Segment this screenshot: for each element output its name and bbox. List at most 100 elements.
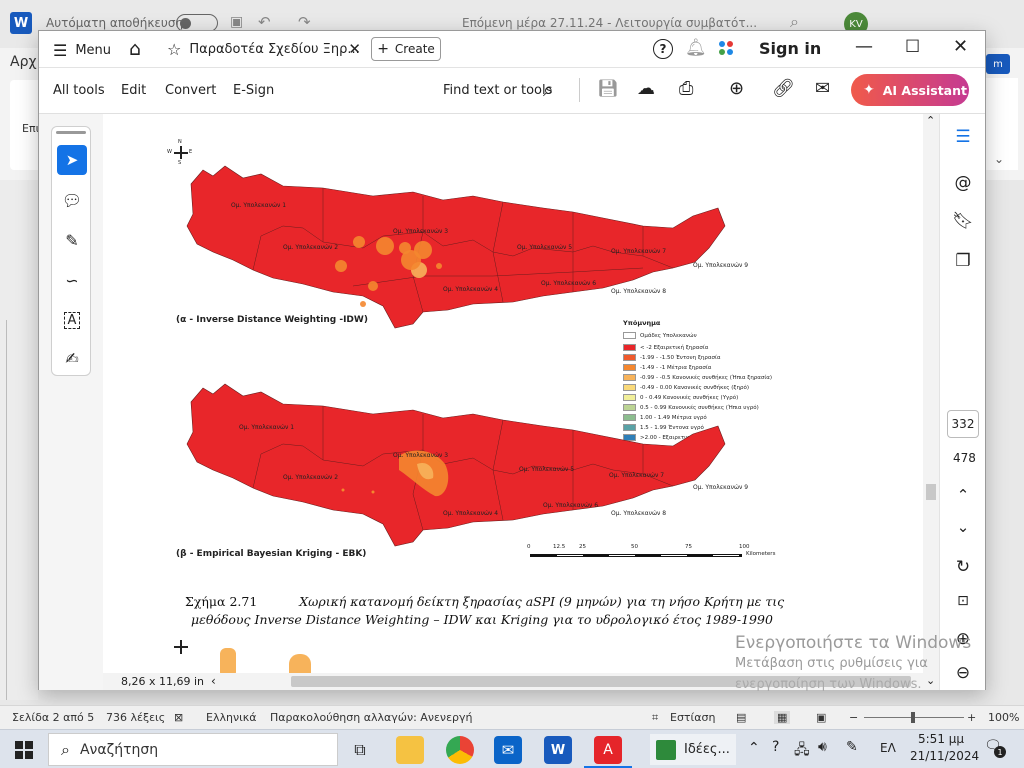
zoom-plus-icon[interactable]: +	[967, 711, 976, 724]
acrobat-taskbar-icon[interactable]: A	[594, 736, 622, 764]
taskbar-search-box[interactable]: ⌕ Αναζήτηση	[48, 733, 338, 766]
clock-time[interactable]: 5:51 μμ	[918, 732, 964, 746]
status-zoom[interactable]: 100%	[988, 711, 1019, 724]
maximize-icon[interactable]: ☐	[905, 37, 920, 57]
map-a-label-5: Ομ. Υπολεκανών 5	[517, 244, 573, 251]
tray-chevron-icon[interactable]: ⌃	[748, 740, 760, 756]
crete-map-idw	[186, 165, 726, 329]
highlight-tool[interactable]: ✎	[57, 225, 87, 255]
save-icon[interactable]: ▣	[230, 14, 243, 30]
save-file-icon[interactable]: 💾︎	[597, 79, 619, 99]
windows-activation-sub1: Μετάβαση στις ρυθμίσεις για	[735, 656, 928, 671]
menu-button[interactable]: ☰ Menu	[53, 41, 111, 60]
windows-start-icon[interactable]	[10, 736, 38, 764]
taskbar-app-ideas[interactable]: Ιδέες...	[650, 734, 736, 765]
word-taskbar-icon[interactable]: W	[544, 736, 572, 764]
zoom-minus-icon[interactable]: −	[849, 711, 858, 724]
scale-tick-label: 50	[631, 544, 638, 550]
rotate-icon[interactable]: ↻	[952, 556, 974, 578]
ribbon-collapse-icon[interactable]: ⌄	[994, 152, 1004, 166]
proofing-icon[interactable]: ⊠	[174, 711, 183, 724]
word-doc-title: Επόμενη μέρα 27.11.24 - Λειτουργία συμβα…	[462, 16, 758, 30]
notifications-icon[interactable]: 🗨︎ 1	[984, 738, 1006, 760]
chrome-icon[interactable]	[446, 736, 474, 764]
status-track-changes[interactable]: Παρακολούθηση αλλαγών: Ανενεργή	[270, 711, 472, 724]
find-tools-button[interactable]: Find text or tools	[443, 83, 552, 98]
status-language[interactable]: Ελληνικά	[206, 711, 257, 724]
scale-tick-label: 75	[685, 544, 692, 550]
ribbon-paste-label[interactable]: Επι	[22, 122, 39, 135]
close-tab-icon[interactable]: ✕	[348, 40, 361, 58]
clock-date[interactable]: 21/11/2024	[910, 749, 979, 763]
esign-button[interactable]: E-Sign	[233, 83, 274, 98]
bell-icon[interactable]: 🔔︎	[685, 38, 707, 58]
fit-page-icon[interactable]: ⊡	[952, 590, 974, 612]
text-select-tool[interactable]: A	[57, 305, 87, 335]
scroll-up-icon[interactable]: ⌃	[926, 114, 935, 127]
document-tab[interactable]: ☆ Παραδοτέα Σχεδίου Ξηρ... ✕	[161, 35, 365, 64]
link-icon[interactable]: 🔗︎	[772, 78, 795, 99]
previous-page-icon[interactable]: ⌃	[952, 484, 974, 506]
undo-icon[interactable]: ↶	[258, 13, 271, 31]
status-focus[interactable]: Εστίαση	[670, 711, 715, 724]
scroll-left-icon[interactable]: ‹	[211, 674, 216, 688]
language-indicator[interactable]: ΕΛ	[880, 741, 896, 755]
help-icon[interactable]: ?	[653, 39, 673, 59]
comment-tool[interactable]: 💬︎	[57, 185, 87, 215]
print-icon[interactable]: ⎙	[679, 78, 693, 99]
legend-item: -1.99 - -1.50 Έντονη ξηρασία	[623, 353, 721, 362]
figure-caption: Σχήμα 2.71 Χωρική κατανομή δείκτη ξηρασί…	[185, 594, 784, 627]
share-user-icon[interactable]: ⊕	[729, 78, 744, 99]
page-number-input[interactable]: 332	[947, 410, 979, 438]
task-view-icon[interactable]: ⧉	[346, 736, 374, 764]
scale-tick-label: 25	[579, 544, 586, 550]
word-search-icon[interactable]: ⌕	[790, 12, 799, 32]
focus-icon[interactable]: ⌗	[652, 711, 658, 725]
vertical-scrollbar[interactable]: ⌃ ⌄	[923, 114, 939, 690]
ai-chat-icon[interactable]: @	[952, 172, 974, 194]
ribbon-file-tab[interactable]: Αρχ	[10, 54, 37, 70]
redo-icon[interactable]: ↷	[298, 13, 311, 31]
pen-tray-icon[interactable]: ✎	[846, 739, 858, 755]
read-mode-icon[interactable]: ▤	[736, 711, 746, 724]
acrobat-tab-bar: ☰ Menu ⌂ ☆ Παραδοτέα Σχεδίου Ξηρ... ✕ + …	[39, 31, 985, 68]
ribbon-share-button[interactable]: m	[986, 54, 1010, 74]
star-icon[interactable]: ☆	[167, 40, 181, 59]
mail-icon[interactable]: ✉	[494, 736, 522, 764]
print-layout-icon[interactable]: ▦	[774, 711, 791, 724]
apps-icon[interactable]	[719, 41, 735, 57]
pages-icon[interactable]: ❐	[952, 250, 974, 272]
ai-assistant-button[interactable]: ✦ AI Assistant	[851, 74, 969, 106]
comments-panel-icon[interactable]: ☰	[952, 126, 974, 148]
home-icon[interactable]: ⌂	[129, 38, 141, 60]
volume-icon[interactable]: 🔊︎	[818, 739, 827, 755]
map-a-label-2: Ομ. Υπολεκανών 2	[283, 244, 339, 251]
convert-button[interactable]: Convert	[165, 83, 216, 98]
select-tool[interactable]: ➤	[57, 145, 87, 175]
upload-cloud-icon[interactable]: ☁︎	[637, 78, 655, 99]
find-search-icon[interactable]: ⌕	[543, 79, 554, 101]
draw-tool[interactable]: ∽	[57, 265, 87, 295]
file-explorer-icon[interactable]	[396, 736, 424, 764]
web-layout-icon[interactable]: ▣	[816, 711, 826, 724]
window-close-icon[interactable]: ✕	[953, 36, 968, 57]
sign-in-button[interactable]: Sign in	[759, 39, 821, 58]
zoom-out-icon[interactable]: ⊖	[952, 662, 974, 684]
sign-tool[interactable]: ✍	[57, 343, 87, 373]
zoom-slider[interactable]	[864, 712, 964, 723]
status-page[interactable]: Σελίδα 2 από 5	[12, 711, 94, 724]
ai-sparkle-icon: ✦	[863, 82, 875, 98]
scroll-down-icon[interactable]: ⌄	[926, 674, 935, 687]
status-words[interactable]: 736 λέξεις	[106, 711, 165, 724]
all-tools-button[interactable]: All tools	[53, 83, 105, 98]
vertical-scroll-thumb[interactable]	[926, 484, 936, 500]
panel-drag-handle[interactable]	[56, 131, 86, 134]
create-button[interactable]: + Create	[371, 37, 441, 61]
edit-button[interactable]: Edit	[121, 83, 146, 98]
bookmarks-icon[interactable]: 🔖︎	[952, 210, 974, 232]
minimize-icon[interactable]: —	[855, 36, 873, 57]
next-page-icon[interactable]: ⌄	[952, 516, 974, 538]
email-icon[interactable]: ✉	[815, 78, 830, 99]
network-icon[interactable]: 🖧︎	[794, 739, 810, 763]
help-tray-icon[interactable]: ?	[772, 739, 779, 755]
